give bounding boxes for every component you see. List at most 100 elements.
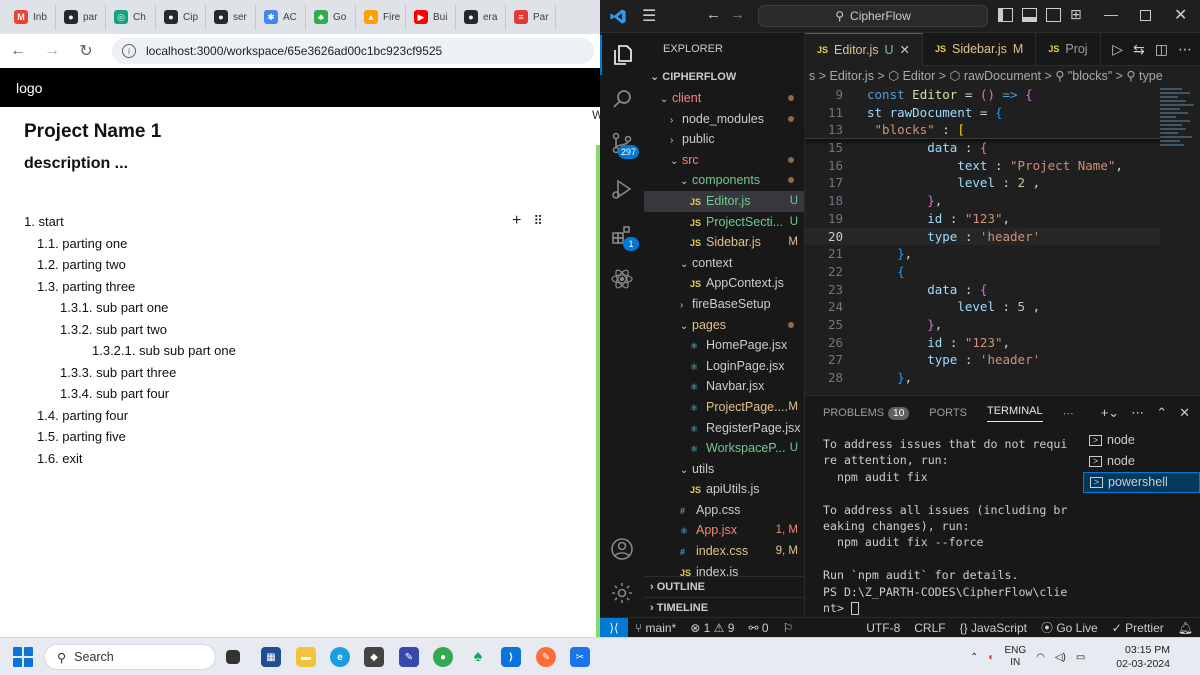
code-line[interactable]: 25 }, (805, 316, 1160, 334)
tab-problems[interactable]: PROBLEMS 10 (823, 406, 910, 420)
folder-item[interactable]: › fireBaseSetup (644, 294, 804, 315)
outline-item[interactable]: 1.3.4. sub part four (24, 383, 576, 405)
browser-tab[interactable]: ● Cip (156, 4, 206, 30)
terminal-instance[interactable]: > node (1083, 451, 1200, 472)
browser-tab[interactable]: ● ser (206, 4, 256, 30)
react-icon[interactable] (600, 259, 644, 299)
file-item[interactable]: ⚛ WorkspaceP... U (644, 438, 804, 459)
source-control-icon[interactable]: 297 (600, 123, 644, 163)
browser-tab[interactable]: ≡ Par (506, 4, 556, 30)
site-info-icon[interactable]: i (122, 44, 136, 58)
browser-tab[interactable]: M Inb (6, 4, 56, 30)
branch-status[interactable]: ⑂ main* (628, 621, 683, 635)
url-text[interactable]: localhost:3000/workspace/65e3626ad00c1bc… (146, 44, 442, 58)
outline-item[interactable]: 1.3.1. sub part one (24, 297, 576, 319)
code-line[interactable]: 24 level : 5 , (805, 298, 1160, 316)
close-icon[interactable]: ✕ (1174, 5, 1187, 25)
terminal-output[interactable]: To address issues that do not requi re at… (823, 436, 1073, 618)
widgets-icon[interactable]: ▦ (261, 647, 281, 667)
browser-tab[interactable]: ✱ AC (256, 4, 306, 30)
task-view-icon[interactable] (226, 650, 240, 664)
volume-icon[interactable]: ◁) (1055, 652, 1066, 663)
outline-item[interactable]: 1.3.2. sub part two (24, 319, 576, 341)
command-center[interactable]: ⚲ CipherFlow (758, 5, 988, 27)
debug-status-icon[interactable]: ⚐ (776, 621, 801, 635)
project-title[interactable]: Project Name 1 (24, 121, 576, 143)
nav-back-icon[interactable]: ← (706, 6, 721, 23)
editor-tab[interactable]: JS Proj (1036, 32, 1101, 66)
golive-status[interactable]: ⦿ Go Live (1034, 619, 1105, 636)
language-status[interactable]: {} JavaScript (953, 621, 1034, 635)
code-area[interactable]: 9 const Editor = () => {11 st rawDocument … (805, 86, 1160, 395)
code-line[interactable]: 17 level : 2 , (805, 174, 1160, 192)
remote-indicator-icon[interactable]: ⟩⟨ (600, 617, 628, 637)
file-item[interactable]: # index.css 9, M (644, 541, 804, 562)
reload-icon[interactable]: ↻ (78, 41, 94, 61)
folder-item[interactable]: ⌄ pages (644, 315, 804, 336)
browser-tab[interactable]: ♣ Go (306, 4, 356, 30)
code-line[interactable]: 9 const Editor = () => { (805, 86, 1160, 104)
browser-tab[interactable]: ◎ Ch (106, 4, 156, 30)
file-item[interactable]: JS Sidebar.js M (644, 232, 804, 253)
ports-status[interactable]: ⚯ 0 (741, 621, 775, 635)
run-debug-icon[interactable] (600, 169, 644, 209)
code-line[interactable]: 15 data : { (805, 139, 1160, 157)
code-line[interactable]: 20 type : 'header' (805, 227, 1160, 246)
add-block-button[interactable]: + (512, 212, 521, 230)
more-actions-icon[interactable]: ⋯ (1131, 405, 1144, 421)
folder-item[interactable]: › public (644, 129, 804, 150)
clock[interactable]: 03:15 PM 02-03-2024 (1116, 643, 1170, 671)
outline-item[interactable]: 1.5. parting five (24, 426, 576, 448)
outline-item[interactable]: 1.6. exit (24, 448, 576, 470)
compare-changes-icon[interactable]: ⇆ (1133, 41, 1145, 58)
battery-icon[interactable]: ▭ (1076, 652, 1085, 663)
browser-tab[interactable]: ▶ Bui (406, 4, 456, 30)
language-indicator[interactable]: ENG IN (1004, 645, 1026, 669)
outline-section[interactable]: › OUTLINE (644, 576, 804, 597)
tray-overflow-icon[interactable]: ⌃ (970, 652, 978, 663)
settings-gear-icon[interactable] (600, 573, 644, 613)
folder-item[interactable]: ⌄ client (644, 88, 804, 109)
code-line[interactable]: 23 data : { (805, 281, 1160, 299)
file-item[interactable]: ⚛ Navbar.jsx (644, 376, 804, 397)
code-line[interactable]: 26 id : "123", (805, 334, 1160, 352)
panel-more-icon[interactable]: ⋯ (1063, 407, 1074, 420)
outline-item[interactable]: 1.2. parting two (24, 254, 576, 276)
folder-item[interactable]: ⌄ utils (644, 459, 804, 480)
dev-app-icon[interactable]: ✎ (399, 647, 419, 667)
file-item[interactable]: JS apiUtils.js (644, 479, 804, 500)
outline-item[interactable]: 1.3.3. sub part three (24, 362, 576, 384)
app-icon[interactable]: ◆ (364, 647, 384, 667)
eol-status[interactable]: CRLF (907, 621, 952, 635)
file-explorer-icon[interactable]: ▬ (296, 647, 316, 667)
toggle-panel-icon[interactable] (1022, 8, 1037, 22)
folder-item[interactable]: ⌄ src (644, 150, 804, 171)
run-icon[interactable]: ▷ (1112, 41, 1123, 58)
windows-start-icon[interactable] (13, 647, 33, 667)
file-item[interactable]: # App.css (644, 500, 804, 521)
folder-item[interactable]: › node_modules (644, 109, 804, 130)
notifications-icon[interactable]: 🔔︎ (1171, 621, 1200, 635)
file-item[interactable]: JS AppContext.js (644, 273, 804, 294)
outline-item[interactable]: 1. start (24, 211, 576, 233)
folder-item[interactable]: ⌄ components (644, 170, 804, 191)
close-tab-icon[interactable]: ✕ (900, 42, 910, 57)
tab-terminal[interactable]: TERMINAL (986, 405, 1043, 422)
logo[interactable]: logo (16, 80, 42, 96)
file-item[interactable]: ⚛ LoginPage.jsx (644, 356, 804, 377)
code-line[interactable]: 13 "blocks" : [ (805, 121, 1160, 140)
file-item[interactable]: ⚛ App.jsx 1, M (644, 520, 804, 541)
search-icon[interactable] (600, 79, 644, 119)
address-bar[interactable]: i localhost:3000/workspace/65e3626ad00c1… (112, 38, 594, 64)
project-description[interactable]: description ... (24, 155, 576, 173)
wifi-icon[interactable]: ◠ (1036, 652, 1045, 663)
outline-item[interactable]: 1.3. parting three (24, 276, 576, 298)
outline-item[interactable]: 1.4. parting four (24, 405, 576, 427)
maximize-panel-icon[interactable]: ⌃ (1156, 405, 1167, 421)
code-line[interactable]: 16 text : "Project Name", (805, 157, 1160, 175)
tray-app-icon[interactable]: ◐ (988, 652, 994, 663)
file-item[interactable]: ⚛ RegisterPage.jsx (644, 418, 804, 439)
forward-arrow-icon[interactable]: → (44, 42, 60, 60)
problems-status[interactable]: ⊗ 1 ⚠ 9 (683, 621, 741, 635)
folder-item[interactable]: ⌄ context (644, 253, 804, 274)
